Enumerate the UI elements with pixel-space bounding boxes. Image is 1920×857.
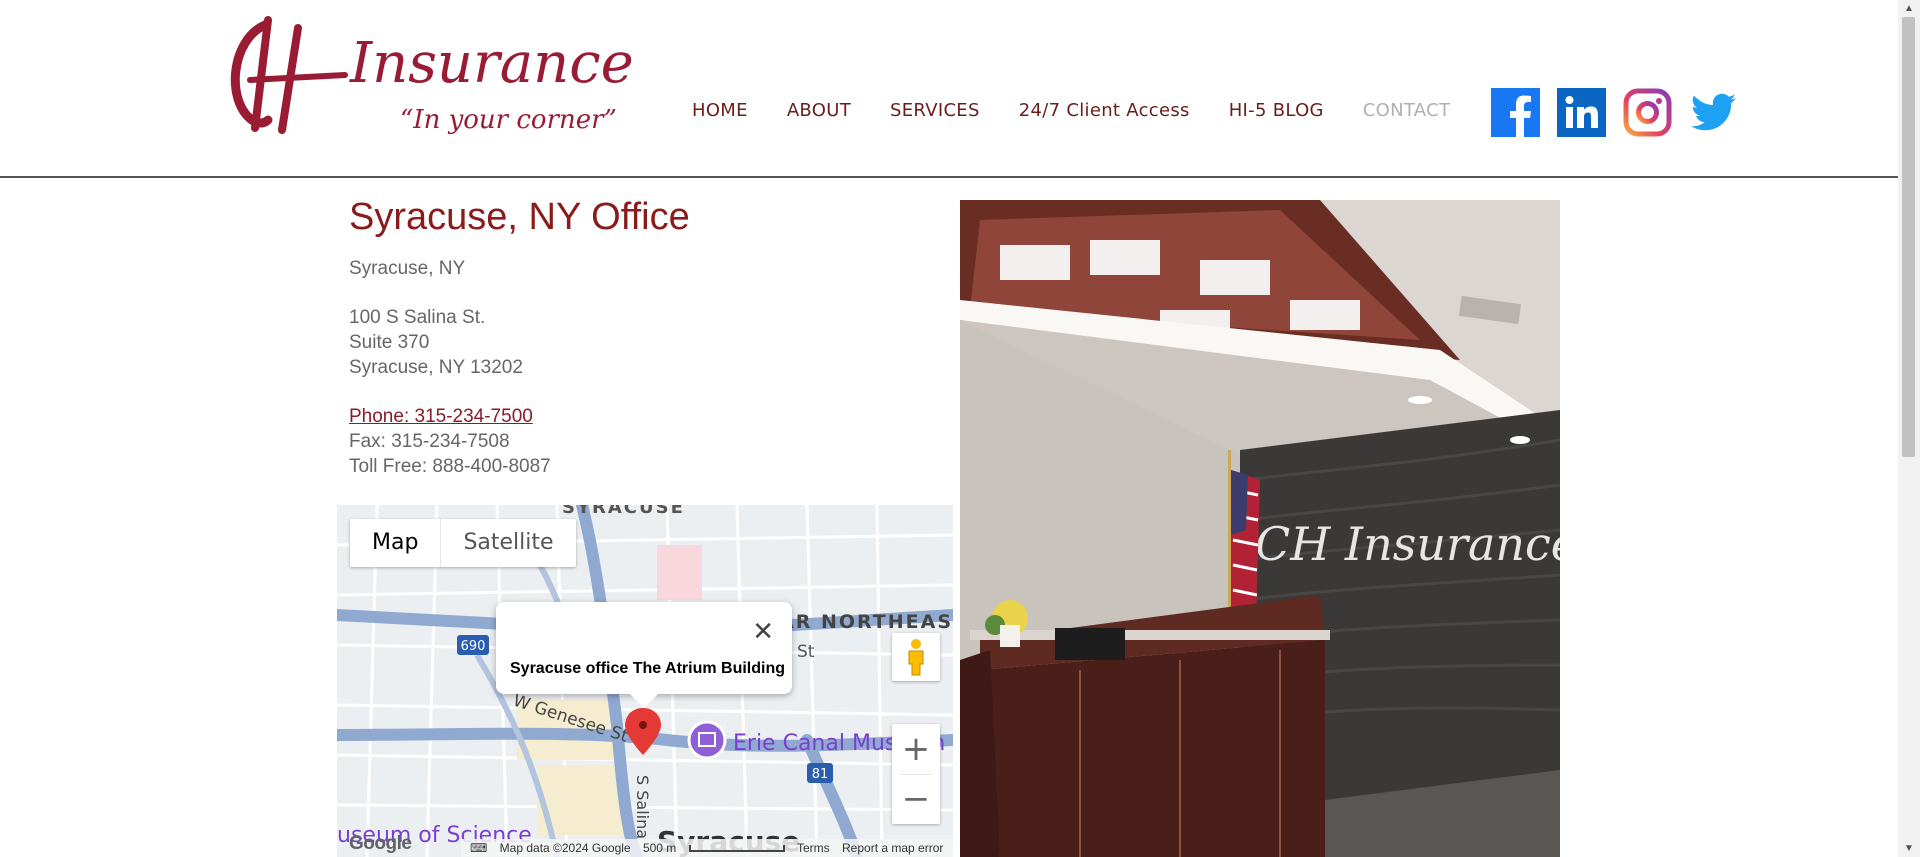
logo-word: Insurance <box>349 31 634 96</box>
keyboard-shortcuts-icon[interactable]: ⌨ <box>470 841 487 855</box>
office-toll-free: Toll Free: 888-400-8087 <box>349 456 551 477</box>
street-view-pegman-icon[interactable] <box>892 633 940 681</box>
map-label-salina: S Salina <box>633 775 652 839</box>
map-label-syracuse-top: SYRACUSE <box>562 505 685 518</box>
zoom-in-button[interactable]: + <box>892 724 940 774</box>
office-lobby-photo: CH Insurance <box>960 200 1560 857</box>
page: Insurance “In your corner” HOME ABOUT SE… <box>0 0 1920 857</box>
logo-tagline: “In your corner” <box>400 105 617 135</box>
instagram-icon[interactable] <box>1623 88 1672 137</box>
social-links <box>1491 88 1738 137</box>
map-footer: ⌨ Map data ©2024 Google 500 m Terms Repo… <box>461 839 953 857</box>
zoom-out-button[interactable]: − <box>892 774 940 824</box>
map-label-northeast: AR NORTHEAST <box>779 611 953 633</box>
nav-about[interactable]: ABOUT <box>787 100 851 121</box>
twitter-icon[interactable] <box>1689 88 1738 137</box>
map-type-toggle: Map Satellite <box>350 519 576 567</box>
lobby-sign-text: CH Insurance <box>1255 517 1560 571</box>
close-icon[interactable]: ✕ <box>752 618 774 644</box>
nav-home[interactable]: HOME <box>692 100 748 121</box>
google-map[interactable]: 690 81 SYRACUSE AR NORTHEAST St W Genese… <box>337 505 953 857</box>
google-logo: Google <box>349 833 412 854</box>
office-city: Syracuse, NY <box>349 258 466 279</box>
map-data-credit: Map data ©2024 Google <box>499 841 631 855</box>
scroll-up-icon[interactable]: ▲ <box>1898 0 1920 17</box>
scrollbar-thumb[interactable] <box>1902 17 1915 457</box>
map-scale-bar <box>688 845 785 853</box>
phone-link[interactable]: Phone: 315-234-7500 <box>349 406 533 427</box>
nav-contact[interactable]: CONTACT <box>1363 100 1450 121</box>
map-terms-link[interactable]: Terms <box>797 841 830 855</box>
ch-insurance-logo[interactable]: Insurance “In your corner” <box>220 10 645 145</box>
map-scale[interactable]: 500 m <box>643 841 676 855</box>
nav-services[interactable]: SERVICES <box>890 100 980 121</box>
page-title: Syracuse, NY Office <box>349 196 690 238</box>
office-street: 100 S Salina St. <box>349 307 486 328</box>
office-suite: Suite 370 <box>349 332 430 353</box>
route-690-label: 690 <box>461 639 486 654</box>
facebook-icon[interactable] <box>1491 88 1540 137</box>
nav-blog[interactable]: HI-5 BLOG <box>1229 100 1324 121</box>
office-city-zip: Syracuse, NY 13202 <box>349 357 523 378</box>
site-header: Insurance “In your corner” HOME ABOUT SE… <box>0 0 1898 178</box>
nav-client-access[interactable]: 24/7 Client Access <box>1019 100 1190 121</box>
map-label-st: St <box>797 642 815 662</box>
map-type-satellite-button[interactable]: Satellite <box>441 519 575 567</box>
route-81-label: 81 <box>812 767 829 782</box>
map-type-map-button[interactable]: Map <box>350 519 442 567</box>
office-info: Syracuse, NY 100 S Salina St. Suite 370 … <box>349 256 551 479</box>
linkedin-icon[interactable] <box>1557 88 1606 137</box>
main-nav: HOME ABOUT SERVICES 24/7 Client Access H… <box>692 100 1489 121</box>
map-info-window: ✕ Syracuse office The Atrium Building <box>496 602 792 708</box>
info-window-tail <box>630 694 658 708</box>
page-scrollbar[interactable]: ▲ ▼ <box>1898 0 1920 857</box>
info-window-text: Syracuse office The Atrium Building <box>510 660 786 677</box>
scroll-down-icon[interactable]: ▼ <box>1898 840 1920 857</box>
office-fax: Fax: 315-234-7508 <box>349 431 510 452</box>
zoom-control: + − <box>892 724 940 824</box>
report-map-error-link[interactable]: Report a map error <box>842 841 943 855</box>
